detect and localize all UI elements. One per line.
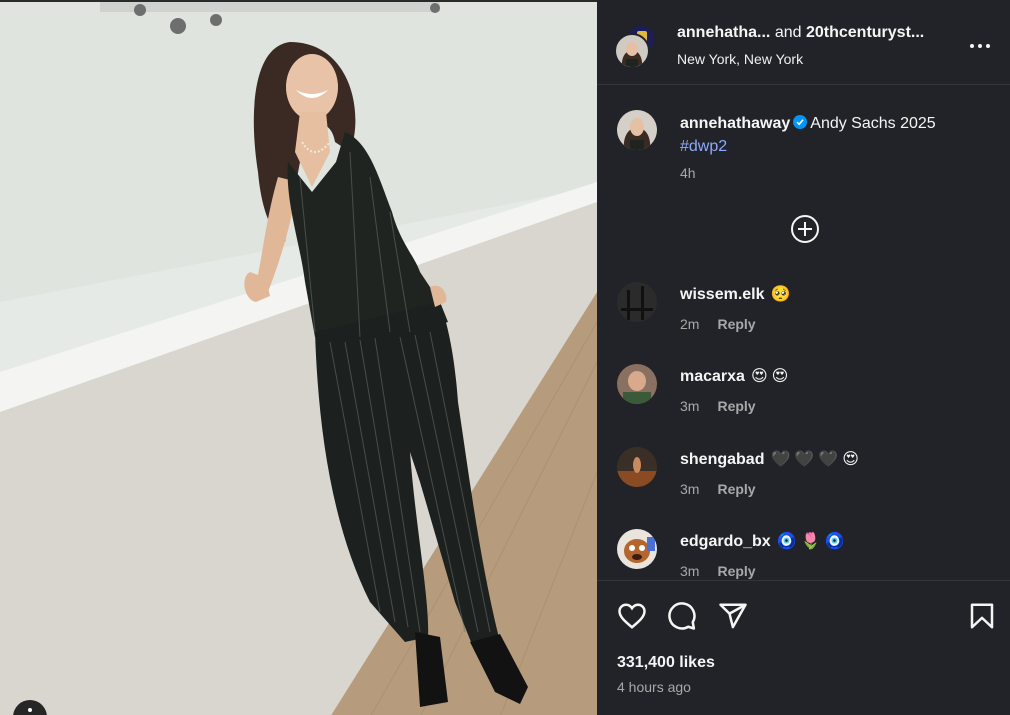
bookmark-icon[interactable]: [967, 601, 997, 631]
header-location[interactable]: New York, New York: [677, 51, 803, 67]
share-icon[interactable]: [718, 601, 748, 631]
post-photo[interactable]: [0, 0, 597, 715]
plus-circle-icon[interactable]: [790, 214, 820, 244]
comment-username[interactable]: wissem.elk: [680, 286, 765, 303]
reply-button[interactable]: Reply: [717, 563, 755, 579]
comments-list[interactable]: annehathaway Andy Sachs 2025 #dwp2 4h wis…: [597, 86, 1010, 580]
comment-text: 😍😍: [750, 366, 793, 385]
comment-meta: 3m Reply: [680, 398, 756, 414]
comment-line: macarxa 😍😍: [680, 366, 792, 386]
comment-meta: 2m Reply: [680, 316, 756, 332]
post-side-panel: annehatha... and 20thcenturyst... New Yo…: [597, 0, 1010, 715]
comment-avatar[interactable]: [617, 364, 657, 404]
comment-avatar[interactable]: [617, 529, 657, 569]
reply-button[interactable]: Reply: [717, 398, 755, 414]
comment-time: 2m: [680, 316, 700, 332]
comment-avatar[interactable]: [617, 447, 657, 487]
post-timestamp: 4 hours ago: [617, 679, 691, 695]
caption-username[interactable]: annehathaway: [680, 115, 790, 132]
comment-time: 3m: [680, 563, 700, 579]
caption-time: 4h: [680, 165, 696, 181]
comment-username[interactable]: macarxa: [680, 368, 745, 385]
comment-line: wissem.elk 🥺: [680, 284, 794, 304]
comment-line: edgardo_bx 🧿🌷🧿: [680, 531, 848, 551]
header-username-2[interactable]: 20thcenturyst...: [806, 24, 924, 41]
comment-item: edgardo_bx 🧿🌷🧿 3m Reply: [597, 529, 1010, 580]
caption-hashtag[interactable]: #dwp2: [680, 138, 727, 155]
comment-time: 3m: [680, 398, 700, 414]
post-header: annehatha... and 20thcenturyst... New Yo…: [597, 0, 1010, 85]
comment-meta: 3m Reply: [680, 481, 756, 497]
heart-icon[interactable]: [617, 601, 647, 631]
photo-illustration: [0, 2, 597, 715]
post-footer: 331,400 likes 4 hours ago: [597, 580, 1010, 715]
comment-avatar[interactable]: [617, 282, 657, 322]
header-usernames: annehatha... and 20thcenturyst...: [677, 24, 924, 42]
caption: annehathaway Andy Sachs 2025 #dwp2: [680, 112, 980, 158]
comment-meta: 3m Reply: [680, 563, 756, 579]
comment-item: wissem.elk 🥺 2m Reply: [597, 282, 1010, 352]
comment-text: 🥺: [770, 284, 795, 303]
reply-button[interactable]: Reply: [717, 481, 755, 497]
comment-line: shengabad 🖤🖤🖤😍: [680, 449, 863, 469]
avatar-author[interactable]: [614, 33, 650, 69]
reply-button[interactable]: Reply: [717, 316, 755, 332]
comment-text: 🧿🌷🧿: [776, 531, 849, 550]
comment-item: macarxa 😍😍 3m Reply: [597, 364, 1010, 434]
header-username-1[interactable]: annehatha...: [677, 24, 770, 41]
comment-text: 🖤🖤🖤😍: [770, 449, 863, 468]
caption-avatar[interactable]: [617, 110, 657, 150]
collab-avatars[interactable]: [614, 24, 660, 70]
caption-text: Andy Sachs 2025: [810, 115, 936, 132]
comment-username[interactable]: edgardo_bx: [680, 533, 771, 550]
more-horizontal-icon[interactable]: [968, 34, 992, 58]
verified-badge-icon: [793, 115, 808, 129]
comment-time: 3m: [680, 481, 700, 497]
header-conjunction: and: [774, 24, 802, 41]
comment-icon[interactable]: [667, 601, 697, 631]
comment-item: shengabad 🖤🖤🖤😍 3m Reply: [597, 447, 1010, 517]
likes-count[interactable]: 331,400 likes: [617, 654, 715, 672]
comment-username[interactable]: shengabad: [680, 451, 764, 468]
